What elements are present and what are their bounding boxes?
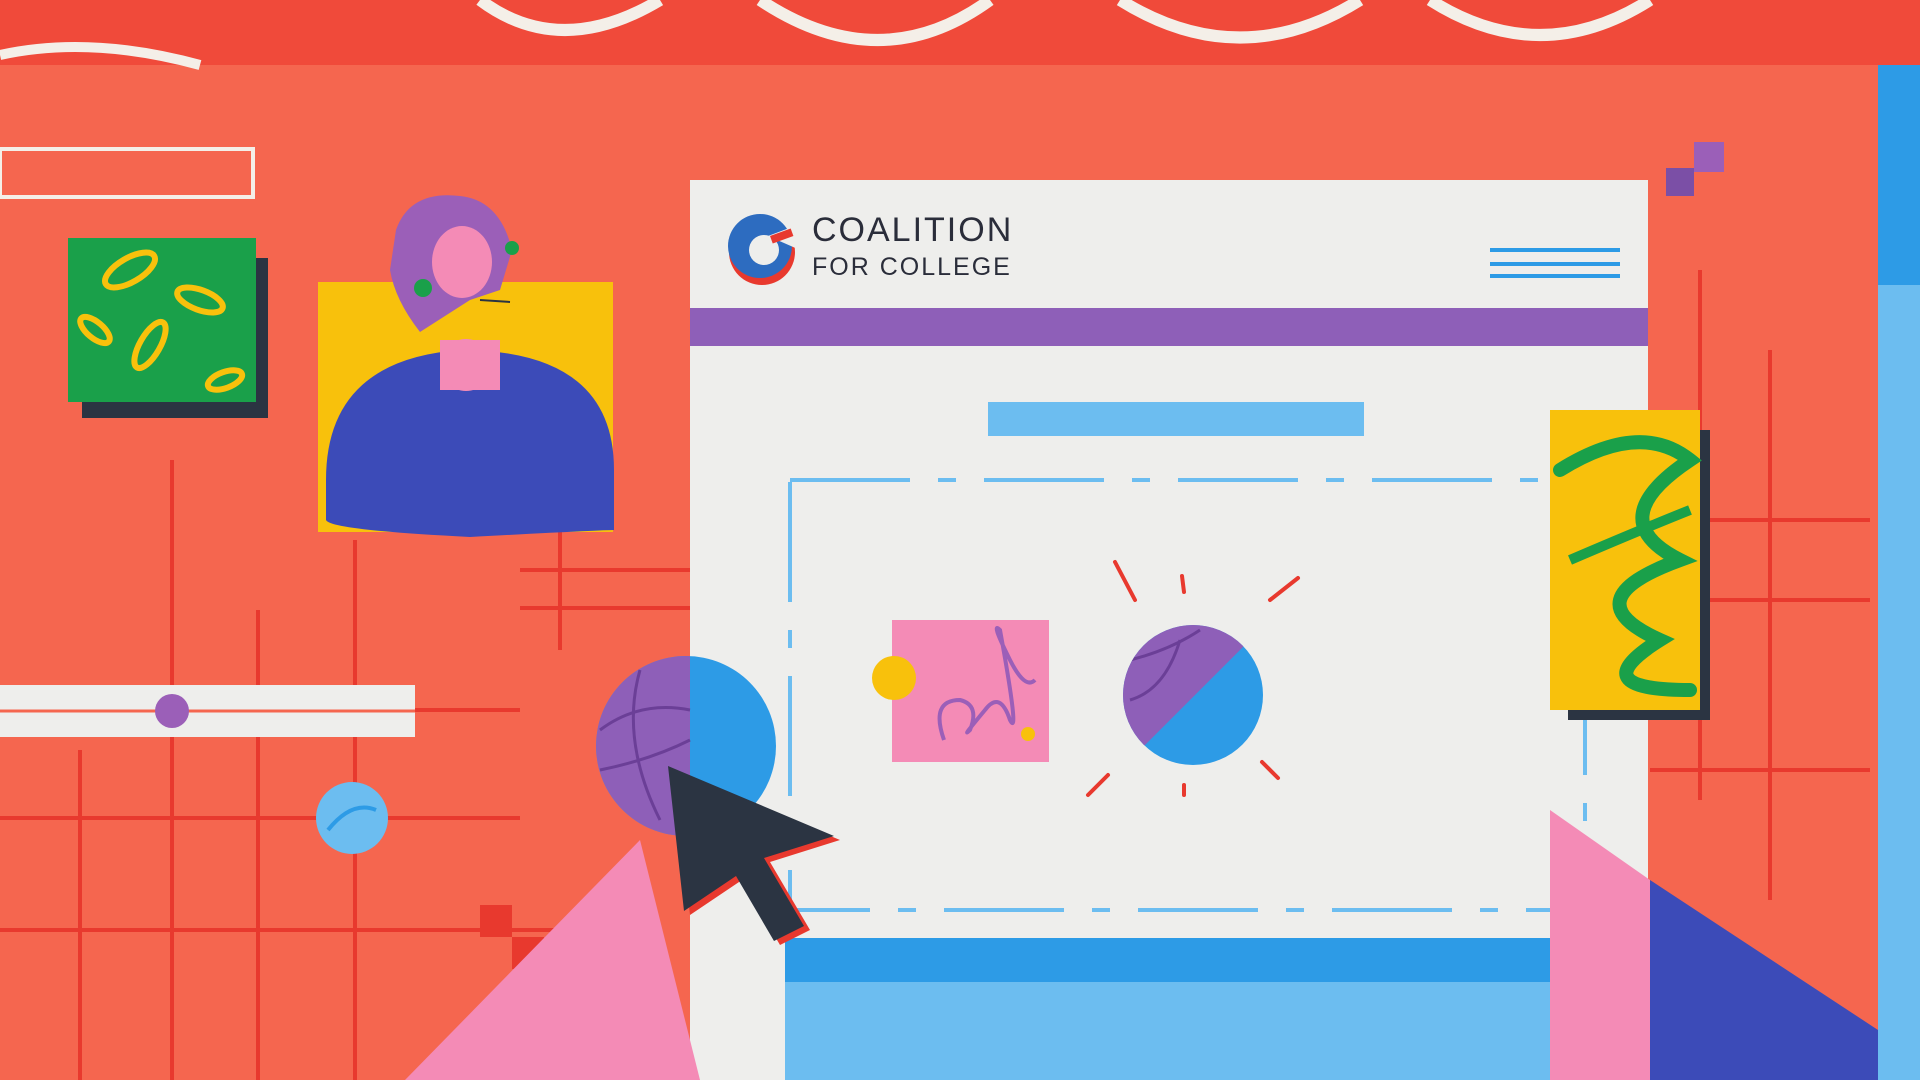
navy-shape-right: [1650, 880, 1878, 1080]
headline-placeholder: [988, 402, 1364, 436]
slider[interactable]: [0, 685, 415, 737]
yellow-pattern-card: [1550, 410, 1710, 720]
slider-knob[interactable]: [155, 694, 189, 728]
brand-name-line2: FOR COLLEGE: [812, 253, 1012, 281]
pink-image-card-icon[interactable]: [872, 620, 1049, 762]
content-band-top: [785, 938, 1550, 982]
right-edge-strip-top: [1878, 65, 1920, 285]
person-avatar-icon: [318, 195, 614, 537]
pink-shape-left: [405, 840, 700, 1080]
purple-square-b: [1694, 142, 1724, 172]
top-band: [0, 0, 1920, 70]
small-blue-ball: [316, 782, 388, 854]
scene-canvas: [0, 0, 1920, 1080]
nav-bar: [690, 308, 1648, 346]
outlined-bar: [0, 147, 255, 199]
purple-square-a: [1666, 168, 1694, 196]
illustration-scene: COALITION FOR COLLEGE: [0, 0, 1920, 1080]
brand-name-line1: COALITION: [812, 211, 1014, 249]
green-pattern-card: [68, 238, 268, 418]
red-square-a: [480, 905, 512, 937]
